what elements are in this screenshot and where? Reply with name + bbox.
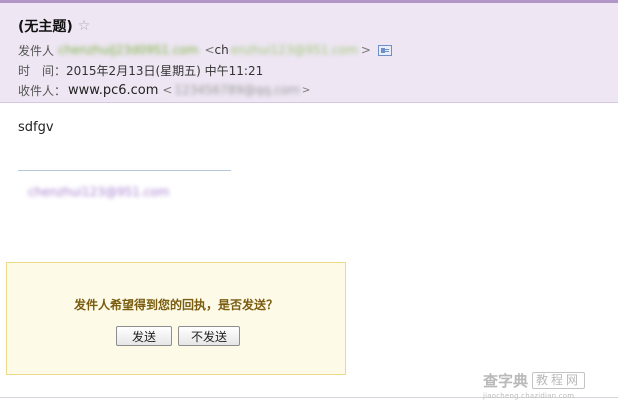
signature-email[interactable]: chenzhui123@951.com bbox=[28, 185, 169, 199]
address-book-icon[interactable] bbox=[377, 44, 392, 56]
watermark-boxed-text: 教程网 bbox=[532, 372, 586, 389]
sender-name[interactable]: chenzhuiJ23d09S1.com bbox=[58, 43, 198, 57]
watermark-logo: 查字典 教程网 jiaocheng.chazidian.com bbox=[483, 370, 611, 400]
dont-send-receipt-button[interactable]: 不发送 bbox=[178, 326, 240, 346]
recipient-label: 收件人： bbox=[18, 83, 67, 98]
subject-row: (无主题) ☆ bbox=[18, 16, 90, 36]
email-view: (无主题) ☆ 发件人 chenzhuiJ23d09S1.com < ch en… bbox=[0, 0, 618, 402]
watermark-main-text: 查字典 bbox=[483, 372, 529, 390]
receipt-button-row: 发送 不发送 bbox=[7, 326, 345, 346]
send-receipt-button[interactable]: 发送 bbox=[116, 326, 172, 346]
sender-email-prefix: ch bbox=[214, 43, 229, 57]
recipient-email[interactable]: 123456789@qq.com bbox=[174, 83, 299, 97]
email-subject: (无主题) bbox=[18, 19, 73, 35]
watermark-main: 查字典 教程网 bbox=[483, 370, 611, 391]
recipient-close-bracket: > bbox=[301, 84, 311, 96]
email-body: sdfgv bbox=[18, 120, 54, 135]
sender-email[interactable]: enzhui123@951.com bbox=[231, 43, 358, 57]
sender-close-bracket: > bbox=[360, 43, 371, 57]
recipient-name[interactable]: www.pc6.com bbox=[68, 83, 158, 98]
star-icon[interactable]: ☆ bbox=[78, 19, 91, 33]
recipient-row: 收件人： www.pc6.com < 123456789@qq.com > bbox=[18, 81, 310, 99]
sender-row: 发件人 chenzhuiJ23d09S1.com < ch enzhui123@… bbox=[18, 41, 392, 59]
time-row: 时 间： 2015年2月13日(星期五) 中午11:21 bbox=[18, 61, 263, 79]
read-receipt-question: 发件人希望得到您的回执，是否发送？ bbox=[73, 298, 278, 312]
sender-open-bracket: < bbox=[204, 43, 215, 57]
recipient-open-bracket: < bbox=[162, 83, 173, 97]
time-value: 2015年2月13日(星期五) 中午11:21 bbox=[66, 63, 264, 78]
time-label: 时 间： bbox=[18, 63, 67, 78]
watermark-url: jiaocheng.chazidian.com bbox=[483, 392, 575, 400]
read-receipt-panel: 发件人希望得到您的回执，是否发送？ 发送 不发送 bbox=[6, 262, 346, 375]
sender-label: 发件人 bbox=[18, 43, 55, 58]
signature-divider bbox=[18, 170, 231, 171]
email-header: (无主题) ☆ 发件人 chenzhuiJ23d09S1.com < ch en… bbox=[0, 0, 618, 103]
